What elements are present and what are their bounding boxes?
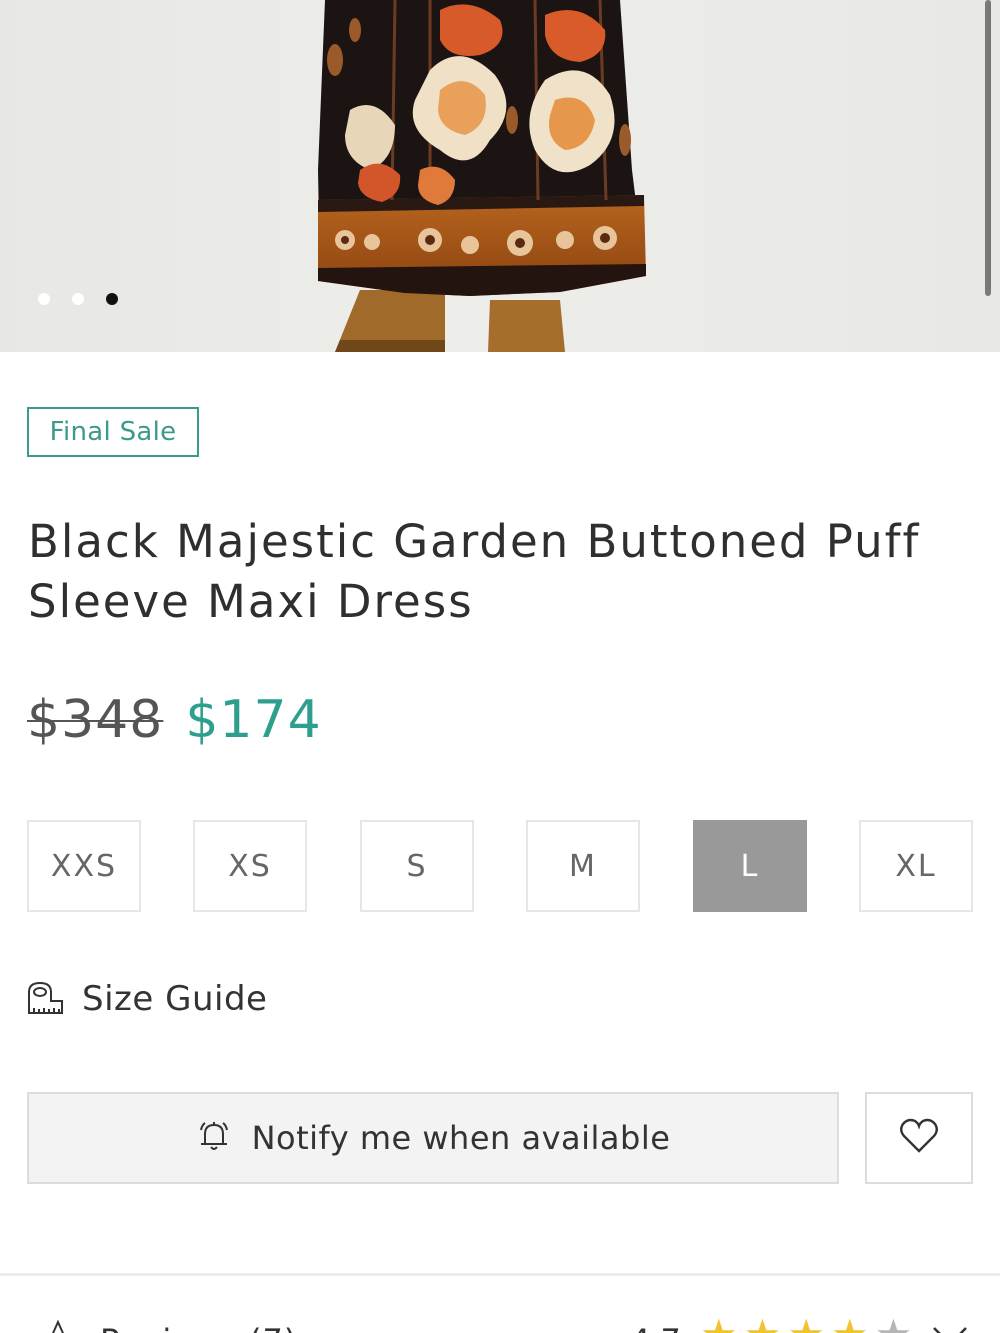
notify-me-label: Notify me when available: [251, 1119, 671, 1157]
size-option-xs[interactable]: XS: [193, 820, 307, 912]
bell-icon: [196, 1118, 232, 1158]
size-selector: XXS XS S M L XL: [27, 820, 973, 912]
star-filled-icon: ★: [787, 1314, 825, 1333]
gallery-dot[interactable]: [38, 293, 50, 305]
gallery-pagination: [38, 293, 118, 305]
size-option-xl[interactable]: XL: [859, 820, 973, 912]
measuring-tape-icon: [26, 978, 64, 1020]
original-price: $348: [27, 690, 164, 750]
wishlist-button[interactable]: [865, 1092, 973, 1184]
star-rating: ★ ★ ★ ★ ★: [700, 1314, 912, 1333]
rating-value: 4.7: [630, 1322, 681, 1333]
notify-me-button[interactable]: Notify me when available: [27, 1092, 839, 1184]
gallery-dot-active[interactable]: [106, 293, 118, 305]
star-filled-icon: ★: [744, 1314, 782, 1333]
star-empty-icon: ★: [875, 1314, 913, 1333]
star-filled-icon: ★: [831, 1314, 869, 1333]
star-filled-icon: ★: [700, 1314, 738, 1333]
gallery-scrollbar[interactable]: [985, 0, 991, 296]
size-option-xxs[interactable]: XXS: [27, 820, 141, 912]
price-block: $348 $174: [27, 690, 322, 750]
size-option-l[interactable]: L: [693, 820, 807, 912]
final-sale-badge: Final Sale: [27, 407, 199, 457]
product-title: Black Majestic Garden Buttoned Puff Slee…: [28, 515, 921, 628]
size-option-s[interactable]: S: [360, 820, 474, 912]
reviews-icon: [40, 1319, 76, 1333]
gallery-dot[interactable]: [72, 293, 84, 305]
product-photo: [318, 0, 991, 352]
product-image-gallery[interactable]: [0, 0, 1000, 352]
size-guide-label: Size Guide: [82, 979, 268, 1019]
chevron-down-icon: [930, 1324, 970, 1333]
size-option-m[interactable]: M: [526, 820, 640, 912]
reviews-label: Reviews (7): [100, 1322, 297, 1333]
heart-icon: [899, 1118, 939, 1158]
reviews-toggle[interactable]: Reviews (7) 4.7 ★ ★ ★ ★ ★: [0, 1300, 1000, 1333]
sale-price: $174: [185, 690, 322, 750]
section-divider: [0, 1273, 1000, 1276]
size-guide-link[interactable]: Size Guide: [26, 978, 267, 1020]
